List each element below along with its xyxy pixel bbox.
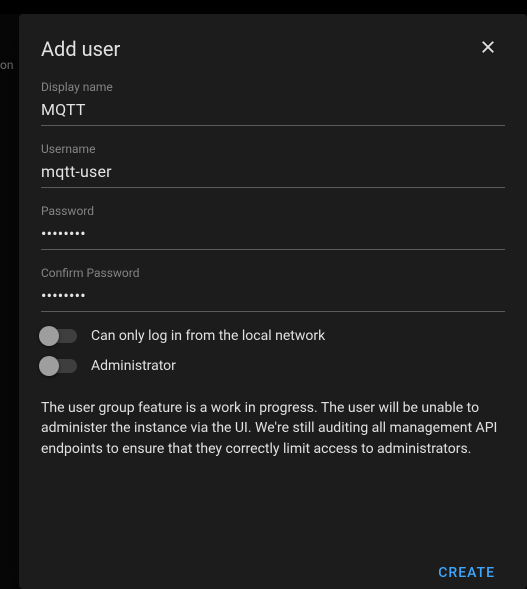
confirm-password-input[interactable] [41,282,505,312]
local-only-label: Can only log in from the local network [91,328,325,344]
display-name-field: Display name [41,80,505,126]
confirm-password-label: Confirm Password [41,266,505,280]
info-text: The user group feature is a work in prog… [41,398,505,459]
password-input[interactable] [41,220,505,250]
display-name-input[interactable] [41,96,505,126]
username-field: Username [41,142,505,188]
add-user-dialog: Add user Display name Username Password … [19,14,527,589]
dialog-body: Display name Username Password Confirm P… [19,80,527,543]
confirm-password-field: Confirm Password [41,266,505,312]
username-input[interactable] [41,158,505,188]
password-label: Password [41,204,505,218]
dialog-title: Add user [41,37,120,61]
password-field: Password [41,204,505,250]
close-icon [479,38,497,60]
username-label: Username [41,142,505,156]
administrator-toggle[interactable] [41,359,77,373]
administrator-label: Administrator [91,358,176,374]
display-name-label: Display name [41,80,505,94]
dialog-actions: CREATE [19,543,527,589]
local-only-row: Can only log in from the local network [41,328,505,344]
administrator-row: Administrator [41,358,505,374]
toggle-thumb-icon [39,356,59,376]
background-text-left: on [0,58,13,72]
toggle-thumb-icon [39,326,59,346]
local-only-toggle[interactable] [41,329,77,343]
dialog-header: Add user [19,14,527,80]
create-button[interactable]: CREATE [426,557,507,589]
close-button[interactable] [473,32,503,66]
